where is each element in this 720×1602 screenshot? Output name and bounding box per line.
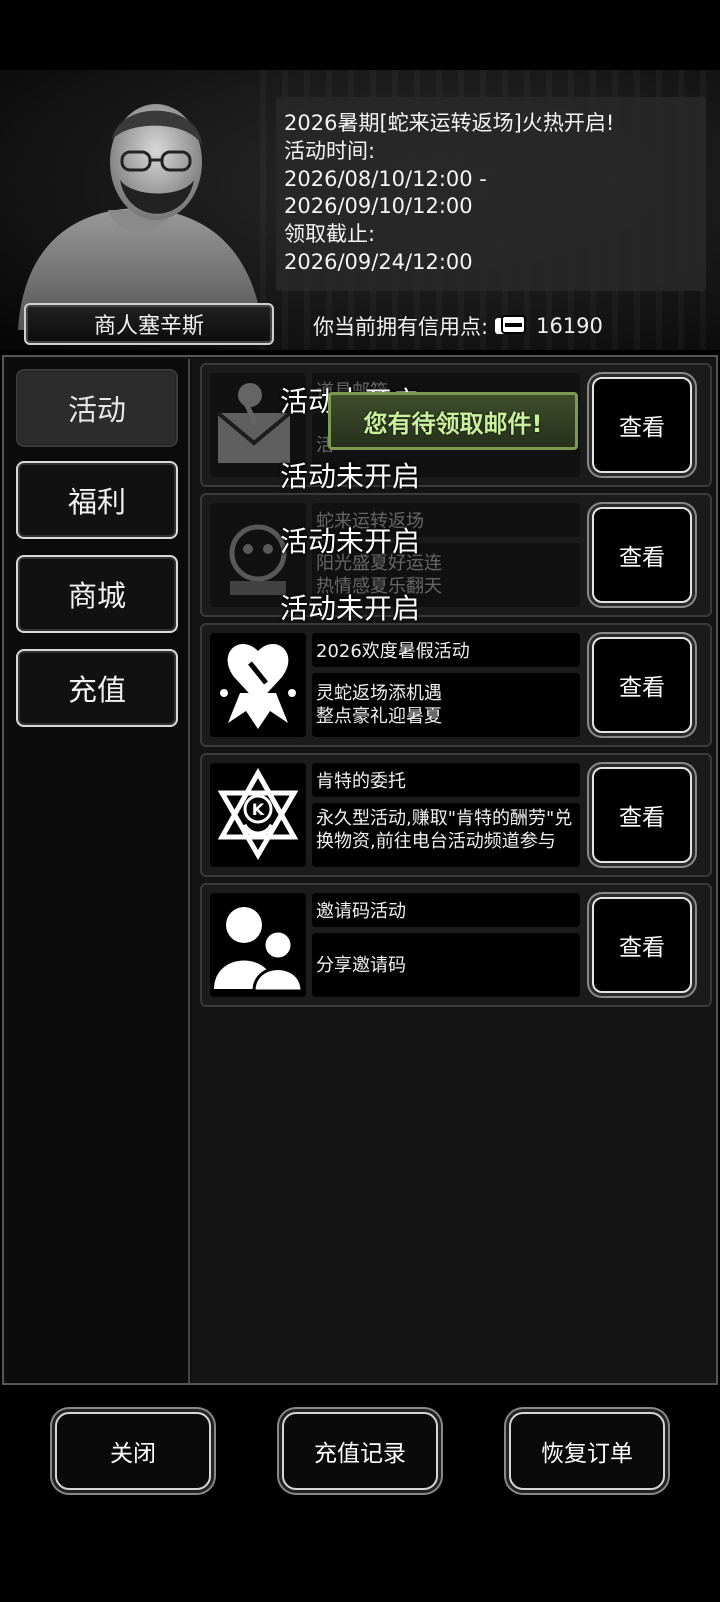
sidebar: 活动 福利 商城 充值 xyxy=(6,359,190,1383)
svg-text:K: K xyxy=(252,800,265,819)
sidebar-item-label: 商城 xyxy=(67,579,126,613)
card-title: 邀请码活动 xyxy=(312,893,580,927)
card-desc: 分享邀请码 xyxy=(312,933,580,997)
sidebar-item-shop[interactable]: 商城 xyxy=(16,555,178,633)
card-title: 2026欢度暑假活动 xyxy=(312,633,580,667)
sidebar-item-label: 活动 xyxy=(67,393,126,427)
credits-label: 你当前拥有信用点: xyxy=(313,315,489,339)
credits-value: 16190 xyxy=(536,314,603,338)
activity-list: 道具邮箱 活 查看 蛇来运转返场 阳光盛夏好运连 热情感夏乐翻天 查看 xyxy=(192,359,716,1383)
sidebar-item-activity[interactable]: 活动 xyxy=(16,369,178,447)
mail-pending-banner[interactable]: 您有待领取邮件! xyxy=(328,392,578,450)
sidebar-item-welfare[interactable]: 福利 xyxy=(16,461,178,539)
users-icon xyxy=(210,893,306,997)
credits-display: 你当前拥有信用点: 16190 xyxy=(313,308,603,344)
list-item-snake-event: 蛇来运转返场 阳光盛夏好运连 热情感夏乐翻天 查看 xyxy=(200,493,712,617)
view-button[interactable]: 查看 xyxy=(592,507,692,603)
card-desc: 永久型活动,赚取"肯特的酬劳"兑换物资,前往电台活动频道参与 xyxy=(312,803,580,867)
event-notice: 2026暑期[蛇来运转返场]火热开启! 活动时间: 2026/08/10/12:… xyxy=(276,97,706,291)
view-button[interactable]: 查看 xyxy=(592,637,692,733)
inactive-notice: 活动未开启 xyxy=(280,525,421,558)
list-item-summer-event: 2026欢度暑假活动 灵蛇返场添机遇 整点豪礼迎暑夏 查看 xyxy=(200,623,712,747)
merchant-name: 商人塞辛斯 xyxy=(93,314,204,339)
view-button[interactable]: 查看 xyxy=(592,767,692,863)
inactive-notice: 活动未开启 xyxy=(280,592,421,625)
restore-order-button[interactable]: 恢复订单 xyxy=(509,1412,665,1490)
merchant-name-plate: 商人塞辛斯 xyxy=(24,303,274,345)
card-desc: 灵蛇返场添机遇 整点豪礼迎暑夏 xyxy=(312,673,580,737)
main-panel: 活动 福利 商城 充值 道具邮箱 活 查看 xyxy=(2,355,718,1385)
close-button[interactable]: 关闭 xyxy=(55,1412,211,1490)
inactive-notice: 活动未开启 xyxy=(280,460,421,493)
card-title: 肯特的委托 xyxy=(312,763,580,797)
sidebar-item-recharge[interactable]: 充值 xyxy=(16,649,178,727)
sidebar-item-label: 充值 xyxy=(67,673,126,707)
list-item-kent-commission: K 肯特的委托 永久型活动,赚取"肯特的酬劳"兑换物资,前往电台活动频道参与 查… xyxy=(200,753,712,877)
credit-card-icon xyxy=(494,315,527,337)
view-button[interactable]: 查看 xyxy=(592,377,692,473)
kent-badge-icon: K xyxy=(210,763,306,867)
view-button[interactable]: 查看 xyxy=(592,897,692,993)
merchant-header: 商人塞辛斯 2026暑期[蛇来运转返场]火热开启! 活动时间: 2026/08/… xyxy=(0,70,720,350)
summer-event-icon xyxy=(210,633,306,737)
merchant-portrait xyxy=(18,104,263,330)
list-item-invite-code: 邀请码活动 分享邀请码 查看 xyxy=(200,883,712,1007)
sidebar-item-label: 福利 xyxy=(67,485,126,519)
recharge-history-button[interactable]: 充值记录 xyxy=(282,1412,438,1490)
